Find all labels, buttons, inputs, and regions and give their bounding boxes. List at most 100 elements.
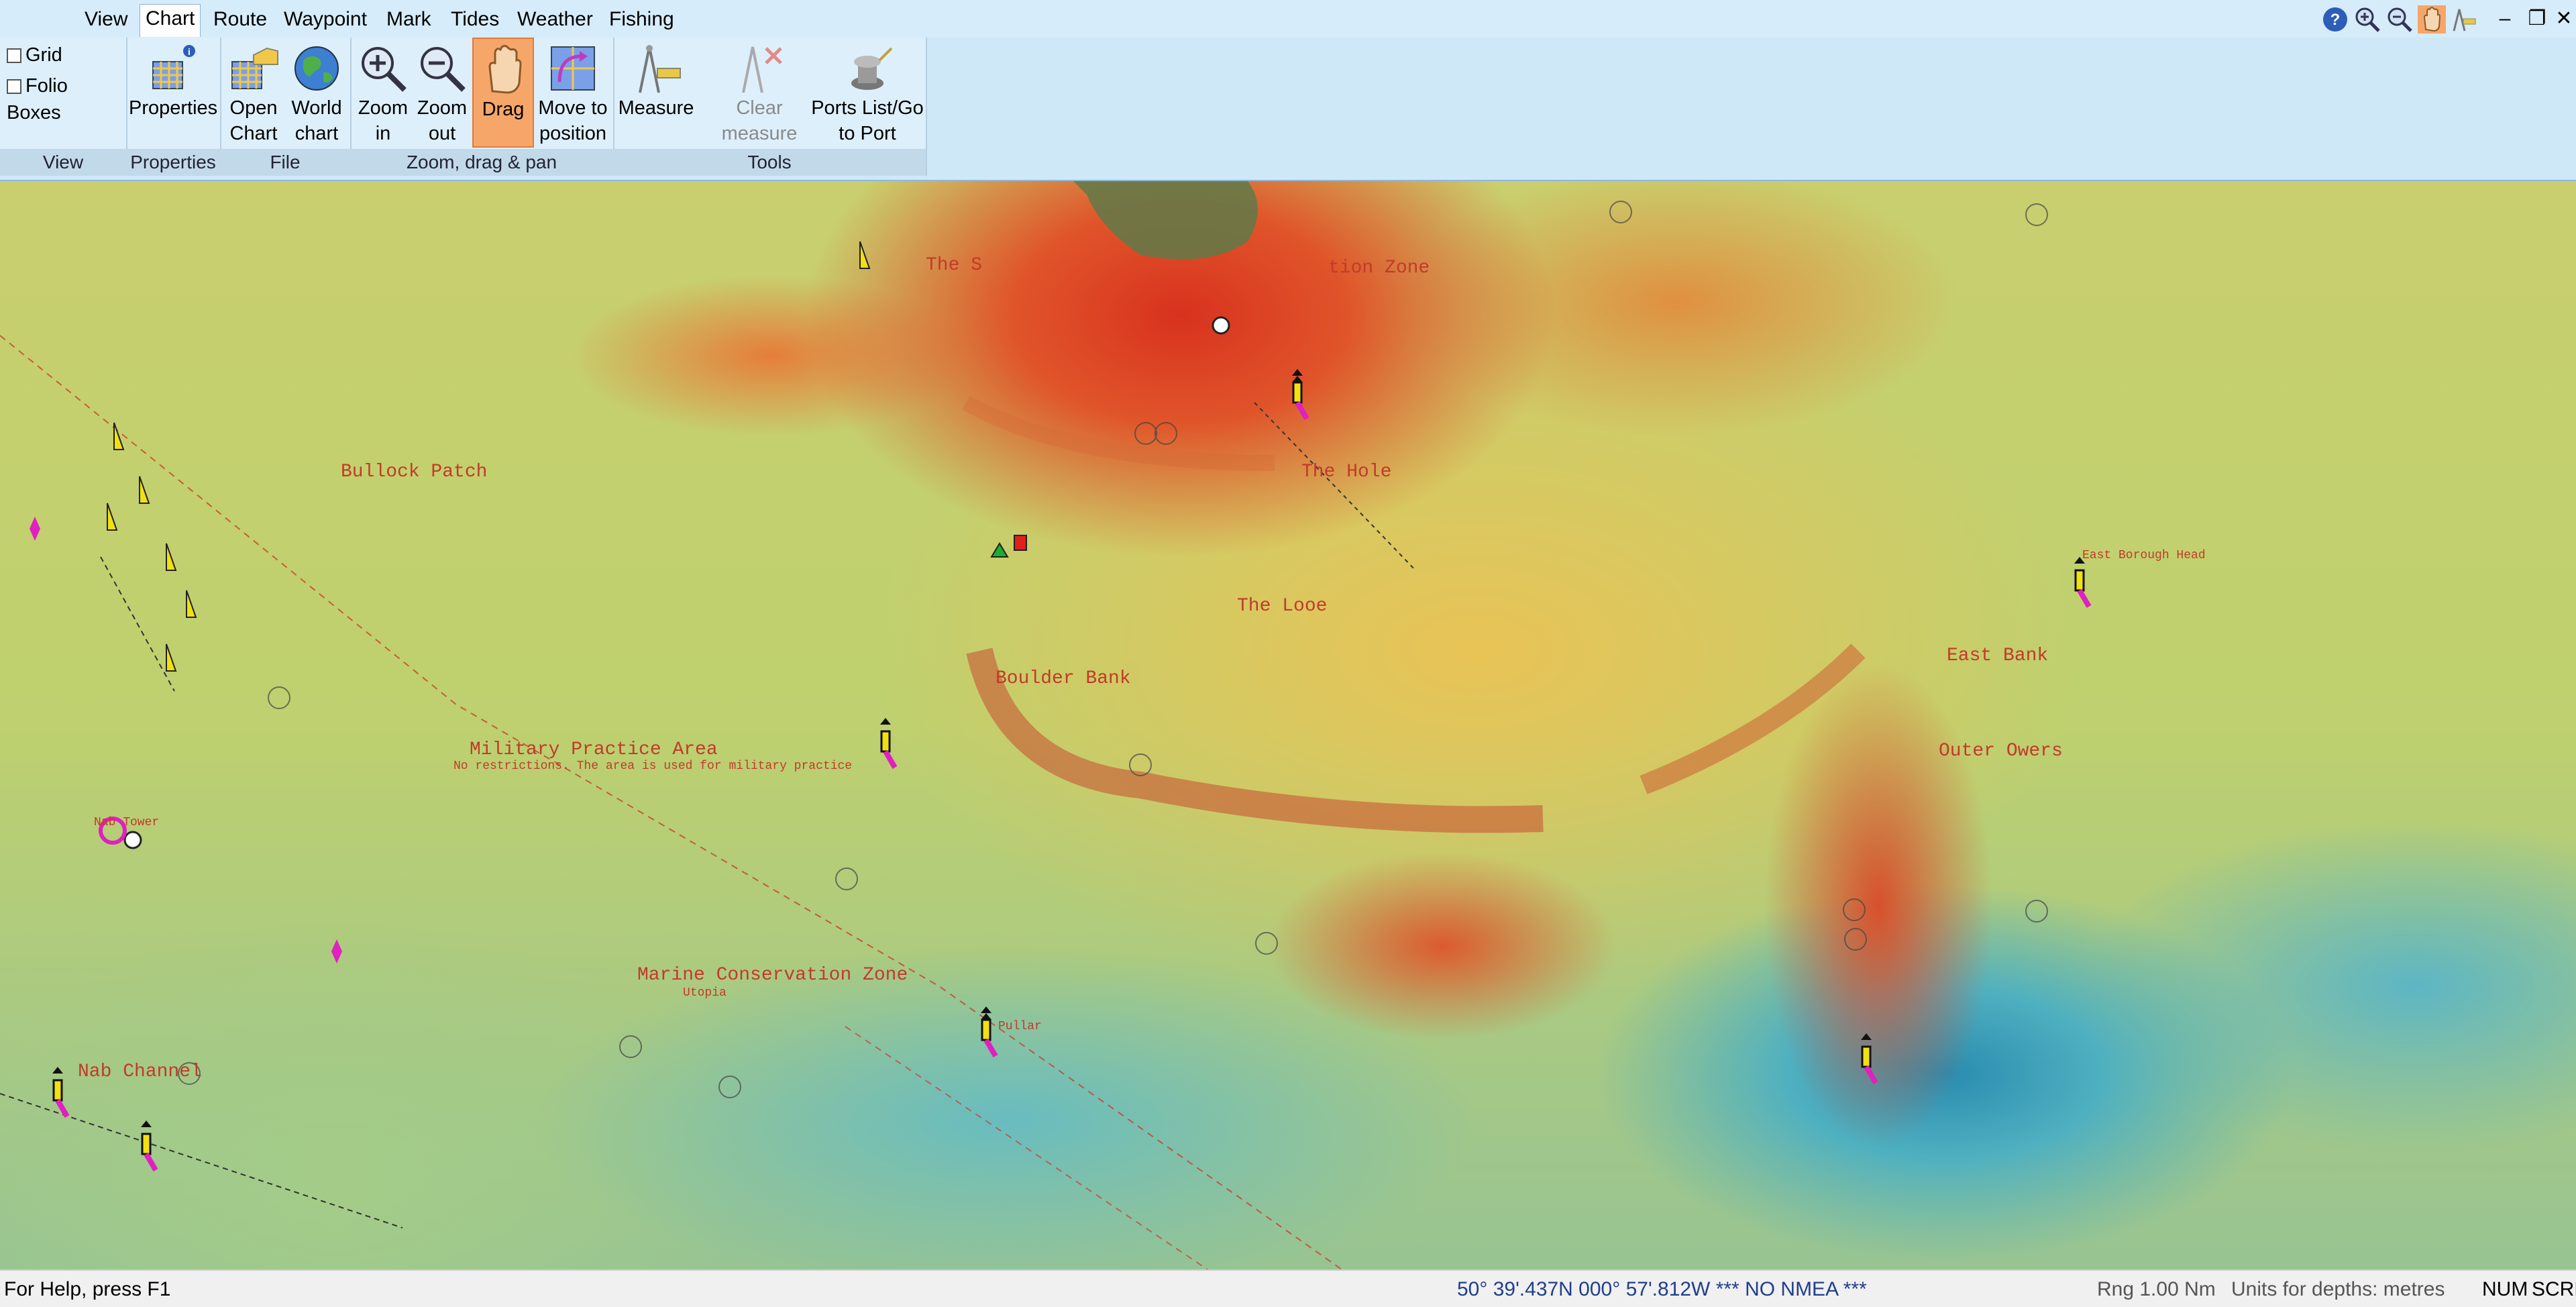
menu-weather[interactable]: Weather [512,5,598,34]
menu-bar: View Chart Route Waypoint Mark Tides Wea… [0,0,2576,38]
properties-icon: i [152,45,195,89]
file-group: Open Chart World chart File [220,38,352,176]
svg-text:?: ? [2330,11,2341,29]
green-lateral-mark[interactable] [990,542,1009,558]
land-area [1073,181,1258,260]
zoom-out-large-icon [421,47,466,92]
zoom-group-label: Zoom, drag & pan [350,149,613,176]
zoom-in-label: Zoom in [358,97,409,144]
menu-chart[interactable]: Chart [140,4,201,37]
measure-icon[interactable] [2449,5,2477,34]
cardinal-buoy-hole[interactable] [1292,369,1309,421]
label-marine-conservation-zone: Marine Conservation Zone [637,965,908,986]
open-chart-button[interactable]: Open Chart [223,38,284,145]
label-east-bank: East Bank [1947,645,2049,666]
yellow-buoy-1[interactable] [859,241,871,269]
label-bullock-patch: Bullock Patch [341,462,488,482]
cardinal-buoy-south[interactable] [1861,1033,1878,1085]
menu-route[interactable]: Route [208,5,272,34]
zoom-in-large-icon [362,47,407,92]
properties-group-label: Properties [126,149,220,176]
ribbon: View Chart Route Waypoint Mark Tides Wea… [0,0,2576,181]
zoom-group: Zoom in Zoom out Drag Move to position Z… [350,38,614,176]
wreck-marker[interactable] [1212,316,1230,335]
cardinal-buoy-east[interactable] [2074,557,2092,609]
label-nab-tower: Nab Tower [94,816,160,829]
zoom-out-icon[interactable] [2385,5,2414,34]
east-ridge [1640,643,1866,794]
cardinal-buoy-pullar[interactable] [981,1006,998,1058]
wreck-symbols [178,201,2048,1098]
svg-text:i: i [188,46,191,57]
tools-group-label: Tools [613,149,926,176]
move-to-position-button[interactable]: Move to position [535,38,610,145]
zoom-in-button[interactable]: Zoom in [354,38,412,145]
view-group-label: View [0,149,126,176]
label-outer-owers: Outer Owers [1939,741,2063,762]
folio-boxes-checkbox-box[interactable] [7,79,21,95]
menu-view[interactable]: View [79,5,133,34]
menu-tides[interactable]: Tides [445,5,504,34]
open-chart-label: Open Chart [229,97,278,144]
move-to-position-label: Move to position [538,97,608,144]
properties-group: i Properties Properties [126,38,221,176]
drag-label: Drag [482,99,525,120]
tools-group: Measure Clear measure lines Ports List/G… [613,38,927,176]
status-units: Units for depths: metres [2231,1278,2445,1300]
window-controls: ? – ❐ ✕ [2314,3,2576,36]
status-range: Rng 1.00 Nm [2097,1278,2216,1300]
ports-list-label: Ports List/Go to Port [811,97,924,144]
world-chart-button[interactable]: World chart [286,38,347,145]
grid-checkbox-label: Grid [25,44,62,66]
menu-waypoint[interactable]: Waypoint [278,5,372,34]
properties-button[interactable]: i Properties [129,38,217,145]
hand-icon [488,44,522,94]
view-group: Grid Folio Boxes View [0,38,127,176]
cardinal-buoy-nab1[interactable] [52,1067,70,1118]
help-icon[interactable]: ? [2321,5,2349,34]
yellow-buoy-7[interactable] [166,643,177,672]
properties-label: Properties [129,97,218,119]
cardinal-buoy-mid[interactable] [880,718,898,770]
status-scrl: SCRL [2532,1278,2576,1300]
ports-list-button[interactable]: Ports List/Go to Port [810,38,924,145]
port-bollard-icon [851,47,893,90]
dividers-icon [639,45,681,93]
nab-tower-marker[interactable] [123,831,142,849]
yellow-buoy-4[interactable] [107,503,118,531]
zoom-in-icon[interactable] [2353,5,2381,34]
bearing-line [1254,402,1416,571]
clear-measure-lines-button[interactable]: Clear measure lines [699,38,820,170]
drag-button[interactable]: Drag [472,38,534,148]
status-num: NUM [2482,1278,2528,1300]
yellow-buoy-6[interactable] [186,590,197,618]
zoom-out-button[interactable]: Zoom out [413,38,471,145]
measure-button[interactable]: Measure [616,38,696,145]
move-to-position-icon [551,46,595,91]
grid-checkbox-box[interactable] [7,48,21,64]
minimize-button[interactable]: – [2490,3,2520,35]
label-east-borough-head: East Borough Head [2082,549,2206,562]
yellow-buoy-2[interactable] [113,422,125,450]
label-nab-channel: Nab Channel [78,1061,202,1082]
menu-fishing[interactable]: Fishing [604,5,680,34]
status-position: 50° 39'.437N 000° 57'.812W *** NO NMEA *… [1457,1278,1867,1300]
menu-mark[interactable]: Mark [381,5,437,34]
red-lateral-mark[interactable] [1014,535,1027,551]
open-chart-icon [231,47,278,89]
close-button[interactable]: ✕ [2549,3,2576,35]
yellow-buoy-3[interactable] [139,476,150,504]
world-chart-label: World chart [291,97,342,144]
label-the-hole: The Hole [1301,462,1392,482]
yellow-buoy-5[interactable] [166,543,177,571]
map-overlay [0,181,2092,1269]
restore-button[interactable]: ❐ [2522,3,2552,35]
nab-channel-line [0,1093,403,1228]
label-the-looe: The Looe [1237,596,1328,617]
drag-hand-icon[interactable] [2418,5,2446,34]
folio-boxes-checkbox[interactable]: Folio Boxes [7,72,126,123]
conservation-zone-boundary [845,1026,1208,1269]
grid-checkbox[interactable]: Grid [7,42,62,68]
chart-map[interactable]: Bullock Patch The Hole The Looe Boulder … [0,181,2576,1269]
measure-label: Measure [618,97,694,119]
